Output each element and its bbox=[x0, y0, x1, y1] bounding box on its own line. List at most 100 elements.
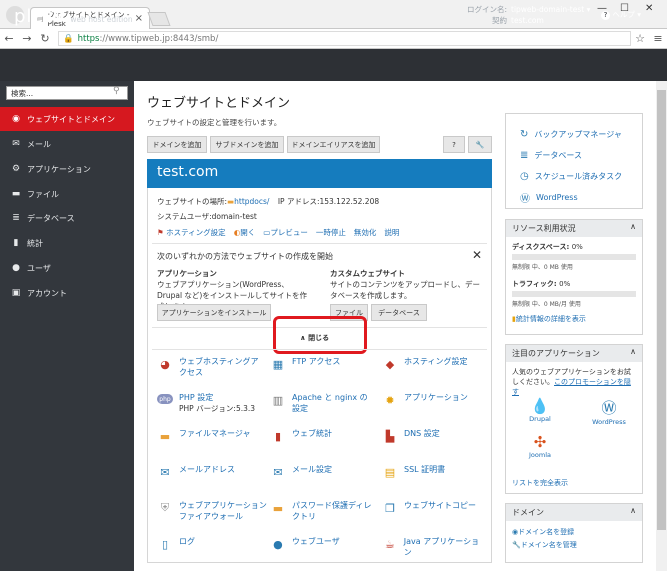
register-domain-link[interactable]: ◉ドメイン名を登録 bbox=[512, 526, 636, 539]
domains-header[interactable]: ドメイン ∧ bbox=[506, 504, 642, 521]
help-button[interactable]: ? bbox=[443, 136, 465, 153]
logs-tool[interactable]: ▯ ログ bbox=[157, 536, 270, 571]
folder-icon: ▬ bbox=[159, 429, 171, 443]
sidebar-item-statistics[interactable]: ▮ 統計 bbox=[0, 231, 134, 255]
tool-row: ▯ ログ ● ウェブユーザ ☕ Java アプリケーション bbox=[157, 536, 487, 571]
close-tab-icon[interactable]: × bbox=[135, 13, 143, 24]
view-statistics-link[interactable]: ▮統計情報の詳細を表示 bbox=[512, 314, 636, 324]
clock-icon: ◷ bbox=[520, 171, 529, 182]
domain-name[interactable]: test.com bbox=[147, 159, 492, 188]
lock-icon: 🔒 bbox=[63, 33, 74, 44]
mail-settings-tool[interactable]: ✉ メール設定 bbox=[270, 464, 382, 500]
wordpress-app[interactable]: Ⓦ WordPress bbox=[586, 397, 632, 426]
sidebar-item-account[interactable]: ▣ アカウント bbox=[0, 281, 134, 305]
traffic-usage-bar bbox=[512, 291, 636, 297]
add-subdomain-button[interactable]: サブドメインを追加 bbox=[210, 136, 284, 153]
php-settings-tool[interactable]: php PHP 設定 PHP バージョン:5.3.3 bbox=[157, 392, 270, 428]
search-input[interactable]: 検索... bbox=[6, 86, 128, 100]
featured-apps-panel: 注目のアプリケーション ∧ 人気のウェブアプリケーションをお試しください。このプロ… bbox=[505, 344, 643, 494]
sidebar-item-files[interactable]: ▬ ファイル bbox=[0, 182, 134, 206]
apache-nginx-tool[interactable]: ▥ Apache と nginx の設定 bbox=[270, 392, 382, 428]
sidebar-item-users[interactable]: ● ユーザ bbox=[0, 256, 134, 280]
show-full-list-link[interactable]: リストを完全表示 bbox=[512, 478, 568, 488]
dns-settings-tool[interactable]: ▙ DNS 設定 bbox=[382, 428, 440, 464]
close-icon[interactable]: ✕ bbox=[472, 248, 482, 262]
wordpress-icon: Ⓦ bbox=[520, 194, 530, 205]
login-labels: ログイン名: 契約 bbox=[466, 5, 507, 25]
page-title: ウェブサイトとドメイン bbox=[147, 96, 291, 111]
hosting-access-icon: ◕ bbox=[160, 357, 170, 371]
help-menu[interactable]: ? ヘルプ ▾ bbox=[601, 9, 641, 20]
sidebar-item-websites[interactable]: ◉ ウェブサイトとドメイン bbox=[0, 107, 134, 131]
add-domain-alias-button[interactable]: ドメインエイリアスを追加 bbox=[287, 136, 380, 153]
web-hosting-access-tool[interactable]: ◕ ウェブホスティングアクセス bbox=[157, 356, 270, 392]
chevron-up-icon: ∧ bbox=[630, 222, 636, 231]
add-domain-button[interactable]: ドメインを追加 bbox=[147, 136, 207, 153]
web-users-tool[interactable]: ● ウェブユーザ bbox=[270, 536, 382, 571]
hosting-settings-tool[interactable]: ◆ ホスティング設定 bbox=[382, 356, 468, 392]
httpdocs-link[interactable]: httpdocs/ bbox=[234, 197, 269, 206]
login-values[interactable]: tipweb-domain-test ▾ test.com bbox=[511, 4, 590, 26]
waf-tool[interactable]: ⛨ ウェブアプリケーションファイアウォール bbox=[157, 500, 270, 536]
domain-actions: ⚑ ホスティング設定 ◐開く ▭プレビュー 一時停止 無効化 説明 bbox=[157, 227, 399, 238]
preview-link[interactable]: ▭プレビュー bbox=[263, 227, 308, 238]
web-statistics-tool[interactable]: ▮ ウェブ統計 bbox=[270, 428, 382, 464]
search-icon[interactable]: ⚲ bbox=[113, 86, 120, 96]
website-copy-tool[interactable]: ❐ ウェブサイトコピー bbox=[382, 500, 476, 536]
disable-link[interactable]: 無効化 bbox=[354, 227, 377, 238]
tools-button[interactable]: 🔧 bbox=[468, 136, 492, 153]
wordpress-link[interactable]: Ⓦ WordPress bbox=[520, 187, 628, 208]
copy-icon: ❐ bbox=[385, 501, 395, 515]
menu-icon[interactable]: ≡ bbox=[649, 32, 667, 45]
applications-tool[interactable]: ✹ アプリケーション bbox=[382, 392, 467, 428]
php-version: PHP バージョン:5.3.3 bbox=[179, 404, 256, 413]
manage-domain-link[interactable]: 🔧ドメイン名を管理 bbox=[512, 539, 636, 552]
reload-icon[interactable]: ↻ bbox=[36, 32, 54, 45]
java-icon: ☕ bbox=[384, 537, 395, 551]
locked-folder-icon: ▬ bbox=[272, 501, 284, 515]
joomla-app[interactable]: ✣ Joomla bbox=[524, 433, 556, 459]
tool-row: ◕ ウェブホスティングアクセス ▦ FTP アクセス ◆ ホスティング設定 bbox=[157, 356, 487, 392]
bookmark-star-icon[interactable]: ☆ bbox=[631, 32, 649, 45]
address-bar: ← → ↻ 🔒 https://www.tipweb.jp:8443/smb/ … bbox=[0, 29, 667, 49]
suspend-link[interactable]: 一時停止 bbox=[316, 227, 346, 238]
drupal-app[interactable]: 💧 Drupal bbox=[524, 397, 556, 423]
url-input[interactable]: 🔒 https://www.tipweb.jp:8443/smb/ bbox=[58, 31, 631, 46]
ftp-access-tool[interactable]: ▦ FTP アクセス bbox=[270, 356, 382, 392]
password-protected-dirs-tool[interactable]: ▬ パスワード保護ディレクトリ bbox=[270, 500, 382, 536]
description-link[interactable]: 説明 bbox=[384, 227, 399, 238]
close-window-icon[interactable]: ✕ bbox=[645, 3, 653, 14]
sidebar-item-applications[interactable]: ⚙ アプリケーション bbox=[0, 157, 134, 181]
open-link[interactable]: ◐開く bbox=[234, 227, 256, 238]
resource-usage-header[interactable]: リソース利用状況 ∧ bbox=[506, 220, 642, 237]
featured-apps-header[interactable]: 注目のアプリケーション ∧ bbox=[506, 345, 642, 362]
scrollbar-thumb[interactable] bbox=[657, 90, 666, 530]
divider bbox=[152, 349, 487, 350]
backup-manager-link[interactable]: ↻ バックアップマネージャ bbox=[520, 124, 628, 145]
wordpress-icon: Ⓦ bbox=[601, 399, 617, 417]
mail-icon: ✉ bbox=[160, 465, 170, 479]
sidebar-item-mail[interactable]: ✉ メール bbox=[0, 132, 134, 156]
user-icon: ● bbox=[12, 263, 20, 273]
databases-link[interactable]: ≣ データベース bbox=[520, 145, 628, 166]
java-applications-tool[interactable]: ☕ Java アプリケーション bbox=[382, 536, 487, 571]
page-subtitle: ウェブサイトの設定と管理を行います。 bbox=[147, 118, 282, 127]
scheduled-tasks-link[interactable]: ◷ スケジュール済みタスク bbox=[520, 166, 628, 187]
mail-icon: ✉ bbox=[12, 139, 20, 149]
file-manager-tool[interactable]: ▬ ファイルマネージャ bbox=[157, 428, 270, 464]
url-scheme: https bbox=[77, 33, 100, 44]
collapse-button[interactable]: ∧ 閉じる bbox=[300, 333, 329, 343]
plesk-logo[interactable]: plesk web host edition bbox=[14, 6, 133, 27]
shield-icon: ⛨ bbox=[160, 501, 170, 514]
ssl-certificates-tool[interactable]: ▤ SSL 証明書 bbox=[382, 464, 445, 500]
hosting-settings-link[interactable]: ⚑ ホスティング設定 bbox=[157, 227, 226, 238]
back-icon[interactable]: ← bbox=[0, 32, 18, 45]
quick-links-panel: ↻ バックアップマネージャ ≣ データベース ◷ スケジュール済みタスク Ⓦ WordP… bbox=[505, 113, 643, 209]
chart-icon: ▮ bbox=[274, 429, 282, 443]
sidebar-item-databases[interactable]: ≣ データベース bbox=[0, 206, 134, 230]
databases-button[interactable]: データベース bbox=[371, 304, 427, 321]
forward-icon[interactable]: → bbox=[18, 32, 36, 45]
website-location: ウェブサイトの場所:▬httpdocs/ IP アドレス:153.122.52.… bbox=[157, 197, 380, 206]
install-application-button[interactable]: アプリケーションをインストール bbox=[157, 304, 271, 321]
mail-addresses-tool[interactable]: ✉ メールアドレス bbox=[157, 464, 270, 500]
